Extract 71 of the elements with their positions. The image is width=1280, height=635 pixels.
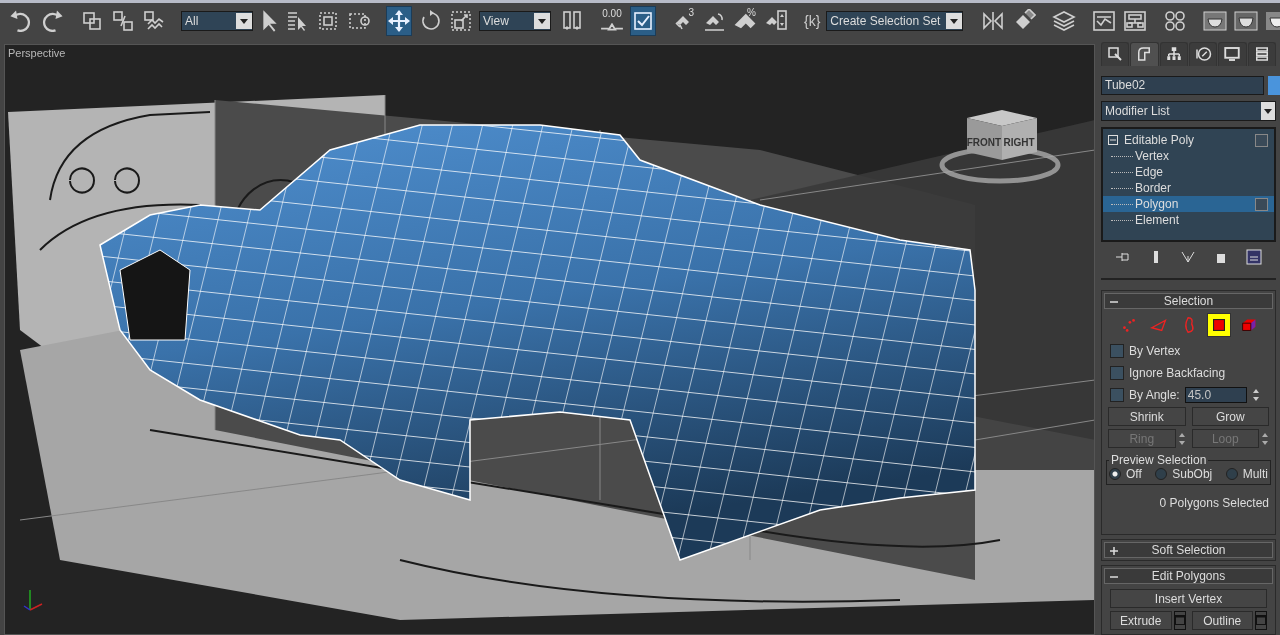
radio-label: Multi bbox=[1242, 467, 1268, 481]
selection-status: 0 Polygons Selected bbox=[1158, 495, 1270, 512]
teapot-window-icon bbox=[1203, 8, 1228, 33]
button[interactable]: Shrink bbox=[1108, 407, 1186, 426]
display-tab-icon bbox=[1223, 45, 1242, 64]
layers-icon bbox=[1052, 8, 1077, 33]
rollout-header[interactable]: Edit Polygons bbox=[1104, 568, 1273, 584]
checkbox[interactable] bbox=[1110, 343, 1124, 358]
stack-sub-item[interactable]: Vertex bbox=[1103, 148, 1274, 165]
scale-icon bbox=[449, 8, 473, 33]
create-tab[interactable] bbox=[1101, 42, 1130, 66]
checkbox-label: By Vertex bbox=[1129, 343, 1181, 358]
utilities-tab[interactable] bbox=[1247, 42, 1276, 66]
spinner-snap-button[interactable]: 0.00 bbox=[599, 5, 625, 36]
configure-icon[interactable] bbox=[1245, 248, 1262, 265]
undo-icon bbox=[9, 9, 33, 32]
pivot-icon bbox=[560, 8, 584, 33]
stack-sub-item[interactable]: Border bbox=[1103, 180, 1274, 197]
redo-icon bbox=[40, 9, 64, 32]
highlight-square-icon bbox=[1255, 134, 1268, 148]
stack-sub-item[interactable]: Polygon bbox=[1103, 196, 1274, 213]
radio-label: Off bbox=[1126, 467, 1142, 481]
radio-button[interactable] bbox=[1225, 468, 1238, 480]
motion-tab-icon bbox=[1194, 45, 1213, 64]
rollout-header[interactable]: Selection bbox=[1104, 293, 1273, 309]
collapse-icon[interactable] bbox=[1108, 135, 1118, 146]
stack-sub-item[interactable]: Element bbox=[1103, 212, 1274, 229]
group-title: Preview Selection bbox=[1110, 453, 1208, 467]
checkbox[interactable] bbox=[1110, 365, 1124, 380]
hierarchy-tab[interactable] bbox=[1159, 42, 1188, 66]
radio-label: SubObj bbox=[1172, 467, 1213, 481]
move-button[interactable] bbox=[386, 5, 412, 36]
toggle-button[interactable] bbox=[630, 5, 656, 36]
radio-button[interactable] bbox=[1109, 468, 1121, 480]
modifier-list-dropdown[interactable]: Modifier List bbox=[1101, 100, 1276, 122]
object-name-field[interactable]: Tube02 bbox=[1101, 75, 1264, 95]
graph-window-icon bbox=[1092, 8, 1117, 33]
four-circles-icon bbox=[1163, 8, 1188, 33]
move-icon bbox=[387, 8, 411, 33]
dropdown[interactable]: View bbox=[479, 10, 551, 31]
checkbox-label: Ignore Backfacing bbox=[1129, 365, 1226, 380]
named-selection-button[interactable]: {k} bbox=[803, 5, 822, 36]
spinner-magnet-icon bbox=[764, 8, 788, 33]
button[interactable]: Grow bbox=[1191, 407, 1269, 426]
percent-snap-button[interactable]: % bbox=[732, 5, 758, 36]
object-color-swatch[interactable] bbox=[1268, 75, 1280, 95]
checkbox[interactable] bbox=[1110, 387, 1124, 402]
angle-field[interactable]: 45.0 bbox=[1184, 386, 1247, 403]
snap-button[interactable]: 3 bbox=[670, 5, 696, 36]
highlight-square-icon bbox=[1255, 198, 1268, 212]
motion-tab[interactable] bbox=[1189, 42, 1218, 66]
cursor-icon bbox=[262, 8, 278, 33]
display-tab[interactable] bbox=[1218, 42, 1247, 66]
radio-button[interactable] bbox=[1155, 468, 1168, 480]
stack-item[interactable]: Editable Poly bbox=[1103, 132, 1274, 149]
polygon-level-button[interactable] bbox=[1207, 314, 1230, 336]
unlinked-squares-icon bbox=[111, 8, 135, 33]
viewport-label[interactable]: Perspective bbox=[8, 47, 66, 59]
teapot-frame-icon bbox=[1234, 8, 1259, 33]
schematic-window-icon bbox=[1123, 8, 1148, 33]
stack-sub-item[interactable]: Edge bbox=[1103, 164, 1274, 181]
button[interactable]: Outline bbox=[1191, 611, 1253, 630]
modify-tab[interactable] bbox=[1130, 42, 1159, 66]
spinner-snap-icon bbox=[600, 22, 624, 31]
dropdown[interactable]: All bbox=[181, 10, 253, 31]
button[interactable]: Insert Vertex bbox=[1110, 589, 1267, 608]
checkbox-label: By Angle: bbox=[1129, 387, 1180, 402]
dropdown[interactable]: Create Selection Set bbox=[826, 10, 964, 31]
button[interactable]: Extrude bbox=[1110, 611, 1172, 630]
rollout-header[interactable]: Soft Selection bbox=[1104, 542, 1273, 558]
axis-tripod-icon bbox=[23, 589, 43, 611]
